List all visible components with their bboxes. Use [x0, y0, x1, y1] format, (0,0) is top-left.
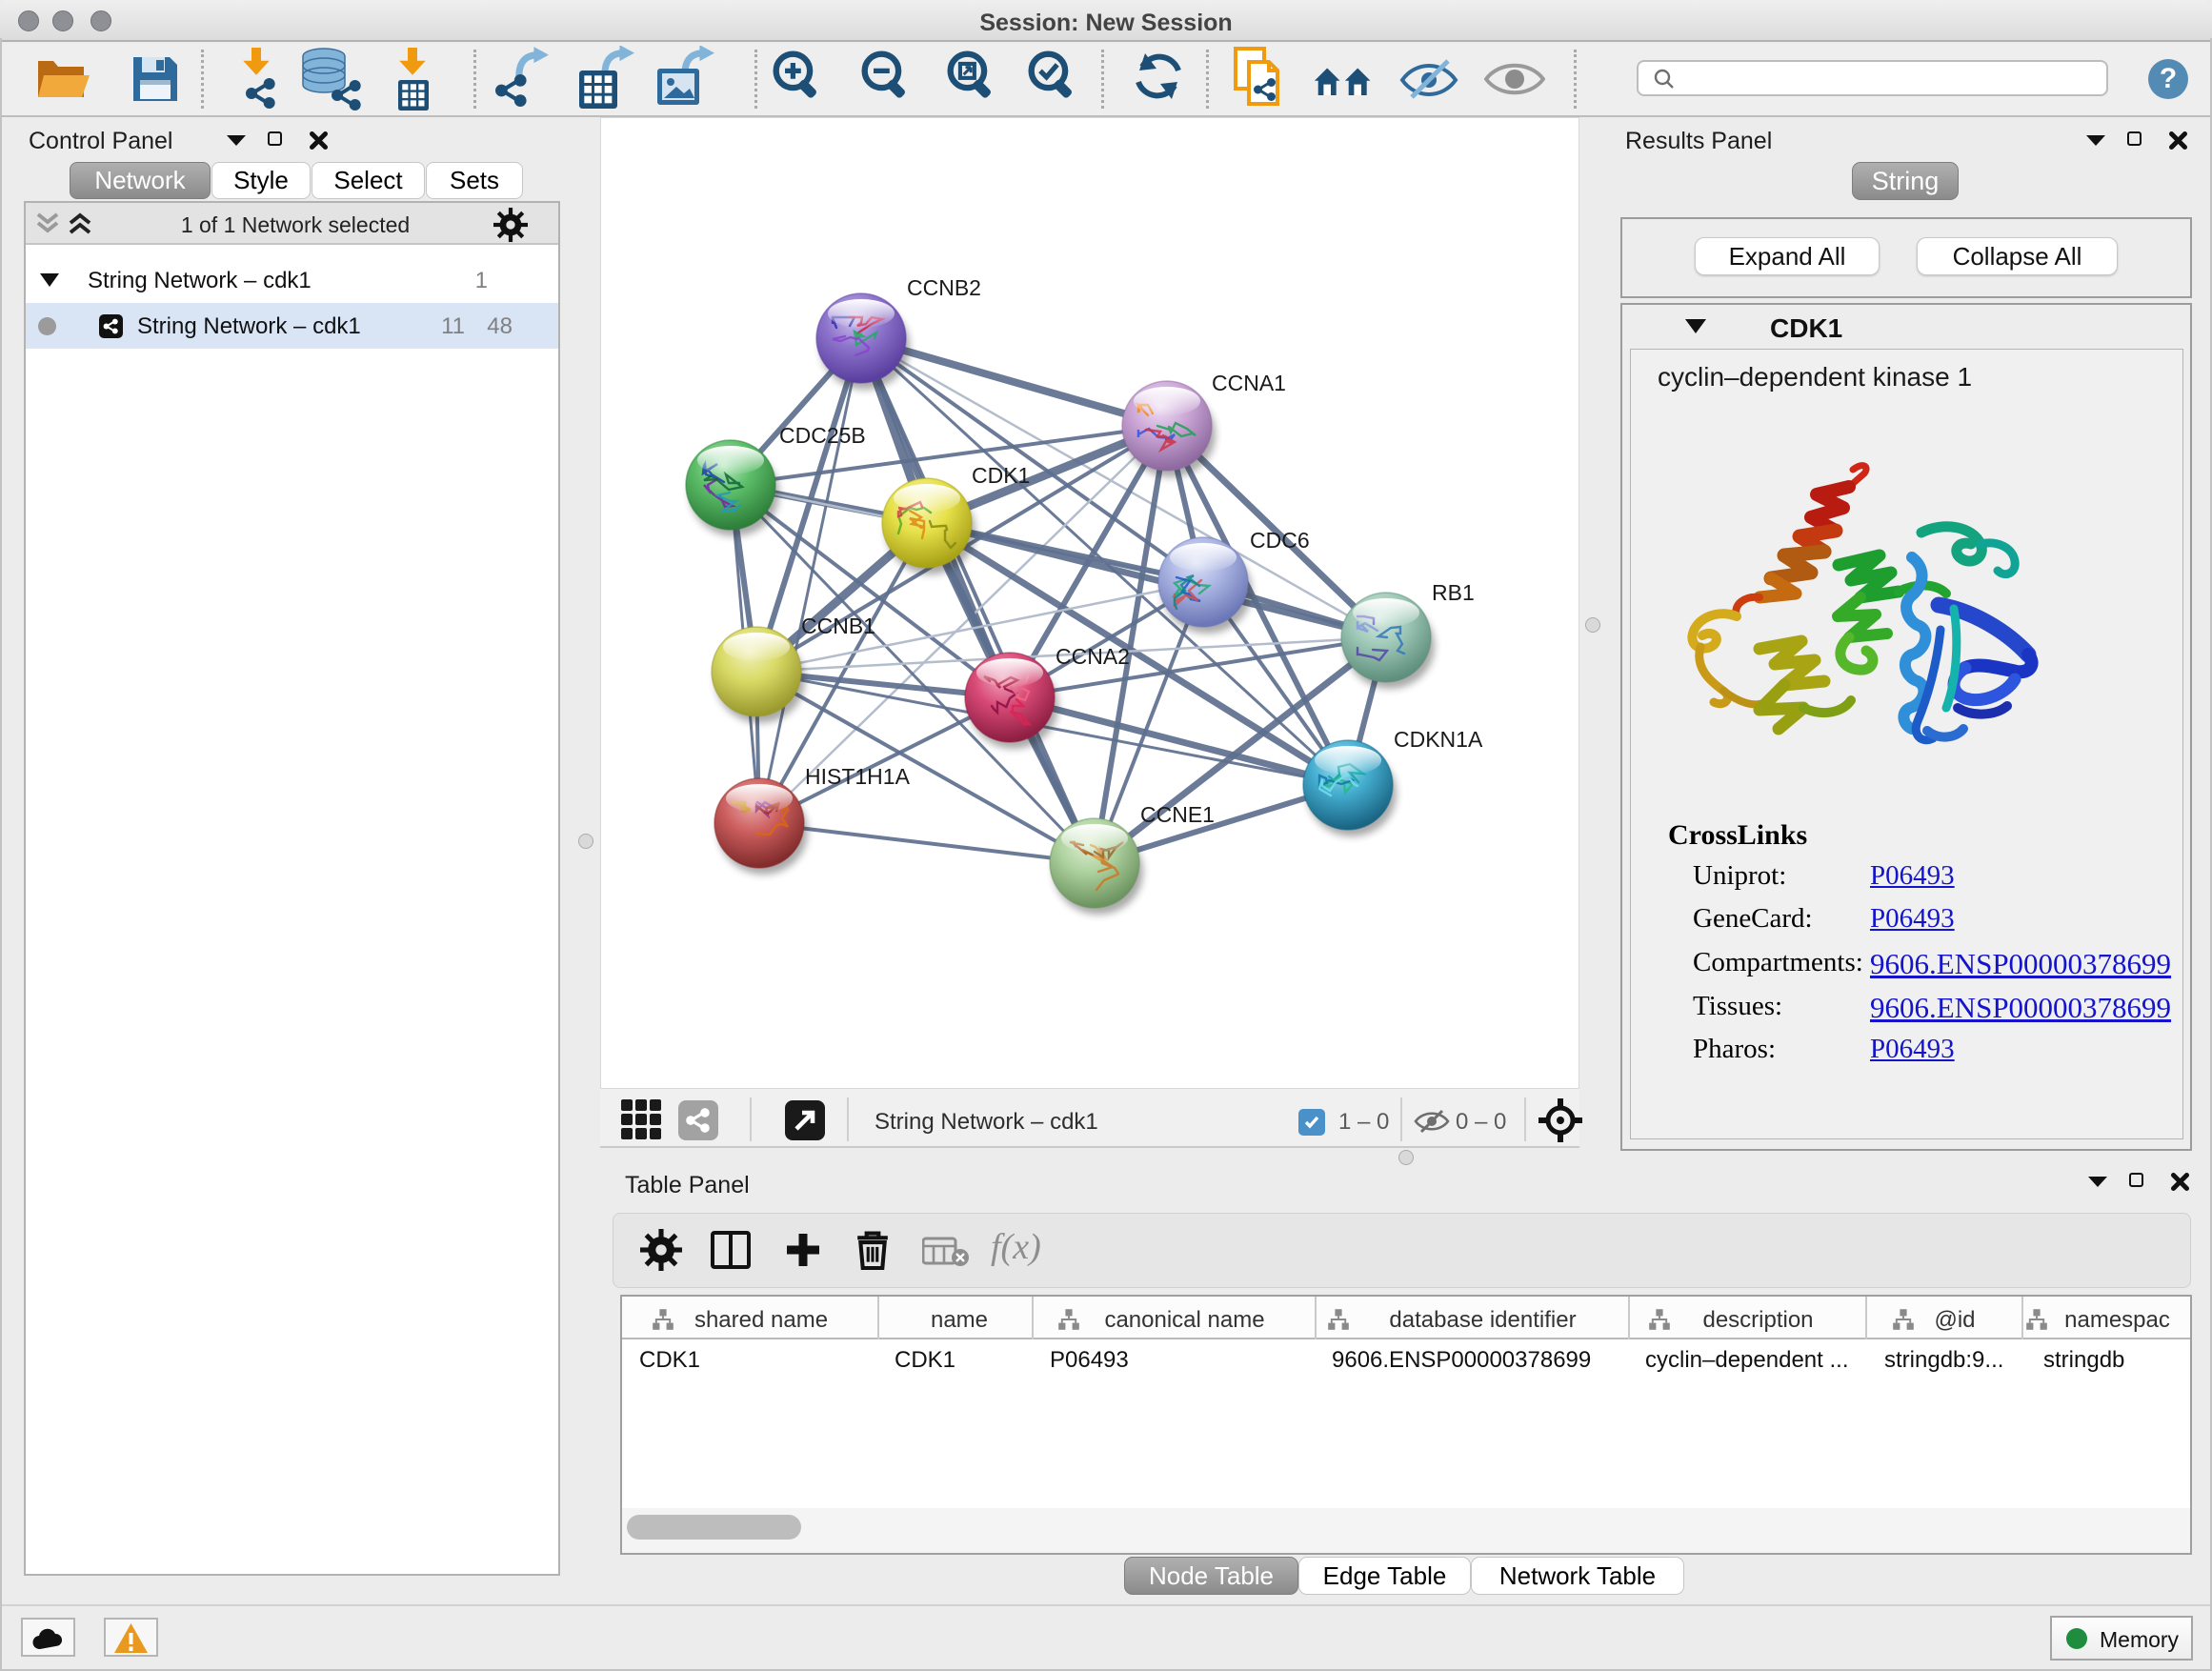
svg-text:CDKN1A: CDKN1A	[1394, 727, 1483, 752]
svg-text:CCNE1: CCNE1	[1140, 802, 1215, 827]
svg-text:CDK1: CDK1	[972, 463, 1030, 488]
svg-text:RB1: RB1	[1432, 580, 1475, 605]
svg-text:CCNB2: CCNB2	[907, 275, 981, 300]
svg-text:HIST1H1A: HIST1H1A	[805, 764, 911, 789]
svg-text:CCNB1: CCNB1	[801, 614, 875, 638]
svg-text:CDC6: CDC6	[1250, 528, 1310, 553]
svg-text:CCNA2: CCNA2	[1056, 644, 1130, 669]
svg-text:CDC25B: CDC25B	[779, 423, 866, 448]
svg-text:CCNA1: CCNA1	[1212, 371, 1286, 395]
